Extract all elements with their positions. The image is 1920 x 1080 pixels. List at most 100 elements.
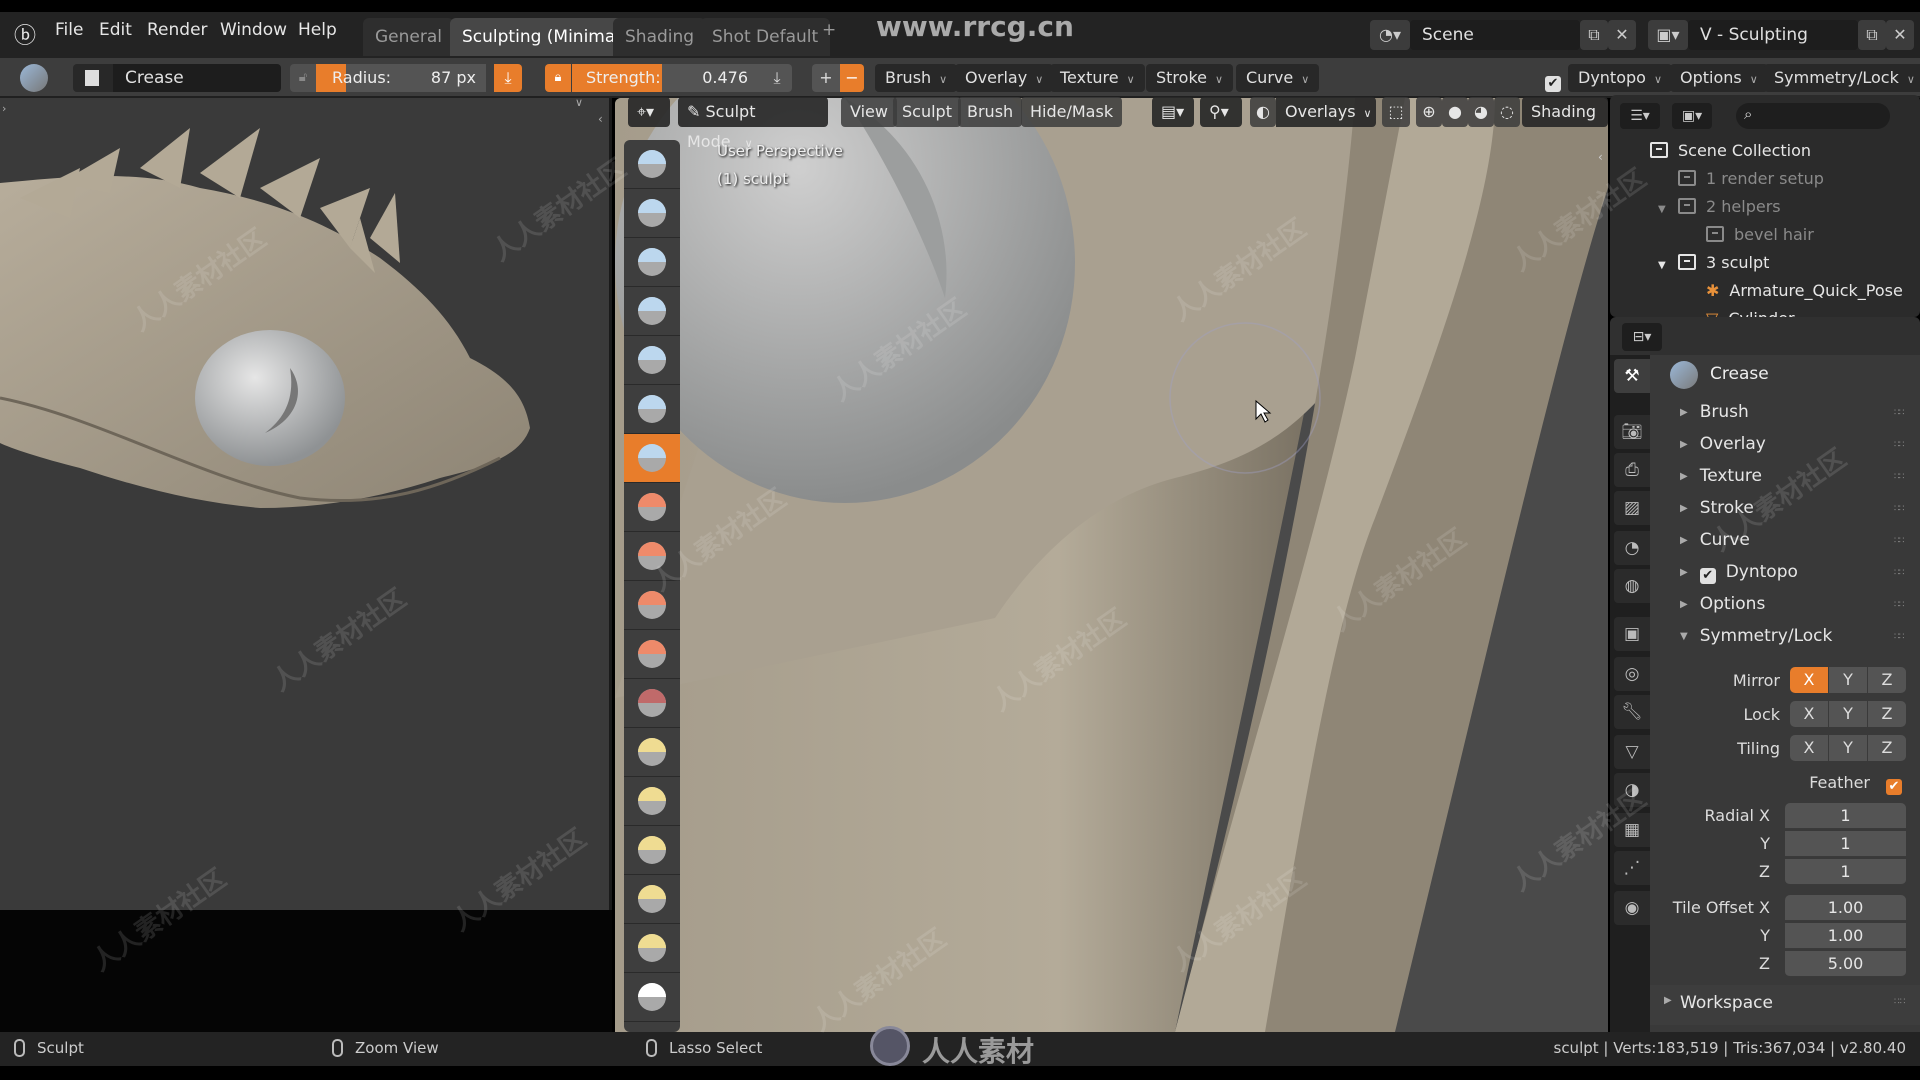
tool-layer[interactable]	[624, 287, 680, 336]
brush-name-field[interactable]: Crease	[113, 64, 281, 92]
tool-crease[interactable]	[624, 434, 680, 483]
dyntopo-checkbox[interactable]: ✔	[1545, 70, 1561, 92]
stroke-menu-dropdown[interactable]: Stroke ∨	[1146, 64, 1234, 92]
outliner-item[interactable]: Scene Collection	[1630, 137, 1920, 165]
mirror-y-toggle[interactable]: Y	[1829, 667, 1868, 693]
strength-pressure-icon[interactable]: ⤓	[762, 64, 792, 92]
lock-x-toggle[interactable]: X	[1790, 701, 1829, 727]
dyntopo-panel-checkbox[interactable]: ✔	[1699, 568, 1716, 584]
overlay-menu-dropdown[interactable]: Overlay ∨	[955, 64, 1054, 92]
tool-blob[interactable]	[624, 385, 680, 434]
drag-grip-icon[interactable]: ∷∷	[1894, 536, 1905, 546]
symmetry-lock-dropdown[interactable]: Symmetry/Lock ∨	[1764, 64, 1920, 92]
tab-object-icon[interactable]: ▣	[1614, 617, 1650, 651]
texture-menu-dropdown[interactable]: Texture ∨	[1050, 64, 1145, 92]
editor-type-icon[interactable]: ⌖▾	[628, 97, 670, 127]
mirror-x-toggle[interactable]: X	[1790, 667, 1829, 693]
outliner-filter-icon[interactable]: ▣▾	[1672, 103, 1712, 129]
expand-toolbar-icon[interactable]: ›	[2, 102, 6, 115]
menu-render[interactable]: Render	[147, 20, 208, 40]
add-workspace-button[interactable]: +	[822, 20, 836, 40]
view-layer-close-icon[interactable]: ✕	[1886, 20, 1914, 50]
drag-grip-icon[interactable]: ∷∷	[1894, 632, 1905, 642]
rendered-shading-icon[interactable]: ◌	[1494, 97, 1520, 127]
overlays-toggle-icon[interactable]: ◐	[1250, 97, 1276, 127]
mirror-z-toggle[interactable]: Z	[1868, 667, 1906, 693]
gizmo-icon[interactable]: ⚲▾	[1200, 97, 1242, 127]
outliner-item[interactable]: ▽ Cylinder	[1630, 305, 1920, 317]
tile-offset-x-field[interactable]: 1.00	[1785, 895, 1906, 921]
drag-grip-icon[interactable]: ∷∷	[1894, 440, 1905, 450]
scene-close-icon[interactable]: ✕	[1608, 20, 1636, 50]
tiling-z-toggle[interactable]: Z	[1868, 735, 1906, 761]
radial-y-field[interactable]: 1	[1785, 831, 1906, 857]
properties-editor-type-icon[interactable]: ⊟▾	[1622, 323, 1662, 351]
tool-grab[interactable]	[624, 728, 680, 777]
wireframe-shading-icon[interactable]: ⊕	[1416, 97, 1442, 127]
outliner-item[interactable]: ▼ 3 sculpt	[1630, 249, 1920, 277]
solid-shading-icon[interactable]: ●	[1442, 97, 1468, 127]
panel-header-brush[interactable]: ▶ Brush	[1680, 402, 1749, 422]
sidebar-toggle-icon[interactable]: ‹	[598, 112, 603, 126]
view-menu[interactable]: View	[841, 97, 897, 127]
sidebar-toggle-icon[interactable]: ‹	[1598, 150, 1603, 164]
sculpt-menu[interactable]: Sculpt	[893, 97, 961, 127]
view-layer-copy-icon[interactable]: ⧉	[1858, 20, 1886, 50]
tool-thumb[interactable]	[624, 826, 680, 875]
tab-view-layer-icon[interactable]: ▨	[1614, 491, 1650, 525]
strength-lock-icon[interactable]: 🔒︎	[545, 64, 571, 92]
menu-file[interactable]: File	[55, 20, 83, 40]
tab-scene-icon[interactable]: ◔	[1614, 531, 1650, 565]
tool-rotate[interactable]	[624, 875, 680, 924]
drag-grip-icon[interactable]: ∷∷	[1894, 997, 1905, 1007]
tab-modifiers-icon[interactable]: 🔧︎	[1614, 695, 1650, 729]
tool-clay-strips[interactable]	[624, 238, 680, 287]
direction-subtract-button[interactable]: −	[840, 64, 864, 92]
tab-output-icon[interactable]: ⎙	[1614, 453, 1650, 487]
drag-grip-icon[interactable]: ∷∷	[1894, 600, 1905, 610]
tile-offset-y-field[interactable]: 1.00	[1785, 923, 1906, 949]
tab-particles-icon[interactable]: ⋰	[1614, 851, 1650, 885]
tool-inflate[interactable]	[624, 336, 680, 385]
tab-world-icon[interactable]: ◍	[1614, 569, 1650, 603]
tab-sculpting-minimal[interactable]: Sculpting (Minimal)	[450, 18, 639, 56]
blender-logo-icon[interactable]: ⓑ	[14, 18, 36, 50]
tab-render-icon[interactable]: 📷︎	[1614, 415, 1650, 449]
scene-selector-icon[interactable]: ◔▾	[1370, 20, 1410, 50]
drag-grip-icon[interactable]: ∷∷	[1894, 408, 1905, 418]
tile-offset-z-field[interactable]: 5.00	[1785, 951, 1906, 977]
xray-toggle-icon[interactable]: ⬚	[1382, 97, 1410, 127]
outliner-item[interactable]: bevel hair	[1630, 221, 1920, 249]
lock-z-toggle[interactable]: Z	[1868, 701, 1906, 727]
tiling-x-toggle[interactable]: X	[1790, 735, 1829, 761]
radius-lock-icon[interactable]: 🔓︎	[290, 64, 316, 92]
tool-clay[interactable]	[624, 189, 680, 238]
tab-physics-icon[interactable]: ◎	[1614, 657, 1650, 691]
options-dropdown[interactable]: Options ∨	[1670, 64, 1768, 92]
brush-menu[interactable]: Brush	[958, 97, 1023, 127]
main-3d-viewport[interactable]	[615, 98, 1608, 1032]
curve-menu-dropdown[interactable]: Curve ∨	[1236, 64, 1320, 92]
tab-shading[interactable]: Shading	[613, 18, 707, 56]
collapse-header-icon[interactable]: ∨	[575, 98, 583, 109]
tool-smooth[interactable]	[624, 483, 680, 532]
object-type-visibility-icon[interactable]: ▤▾	[1152, 97, 1194, 127]
tool-scrape[interactable]	[624, 630, 680, 679]
outliner-item[interactable]: ▼ 2 helpers	[1630, 193, 1920, 221]
active-brush-icon[interactable]	[20, 64, 48, 92]
panel-header-texture[interactable]: ▶ Texture	[1680, 466, 1762, 486]
radius-pressure-icon[interactable]: ⤓	[494, 64, 522, 92]
tool-nudge[interactable]	[624, 924, 680, 973]
lock-y-toggle[interactable]: Y	[1829, 701, 1868, 727]
menu-help[interactable]: Help	[298, 20, 337, 40]
radial-x-field[interactable]: 1	[1785, 803, 1906, 829]
material-shading-icon[interactable]: ◕	[1468, 97, 1494, 127]
drag-grip-icon[interactable]: ∷∷	[1894, 568, 1905, 578]
workspace-panel-header[interactable]: ▶ Workspace ∷∷	[1650, 985, 1920, 1025]
scene-name-field[interactable]: Scene	[1410, 20, 1580, 50]
brush-texture-icon[interactable]	[73, 64, 113, 92]
hide-mask-menu[interactable]: Hide/Mask	[1021, 97, 1123, 127]
tool-draw[interactable]	[624, 140, 680, 189]
outliner-display-mode-icon[interactable]: ☰▾	[1620, 103, 1660, 129]
brush-menu-dropdown[interactable]: Brush ∨	[875, 64, 958, 92]
